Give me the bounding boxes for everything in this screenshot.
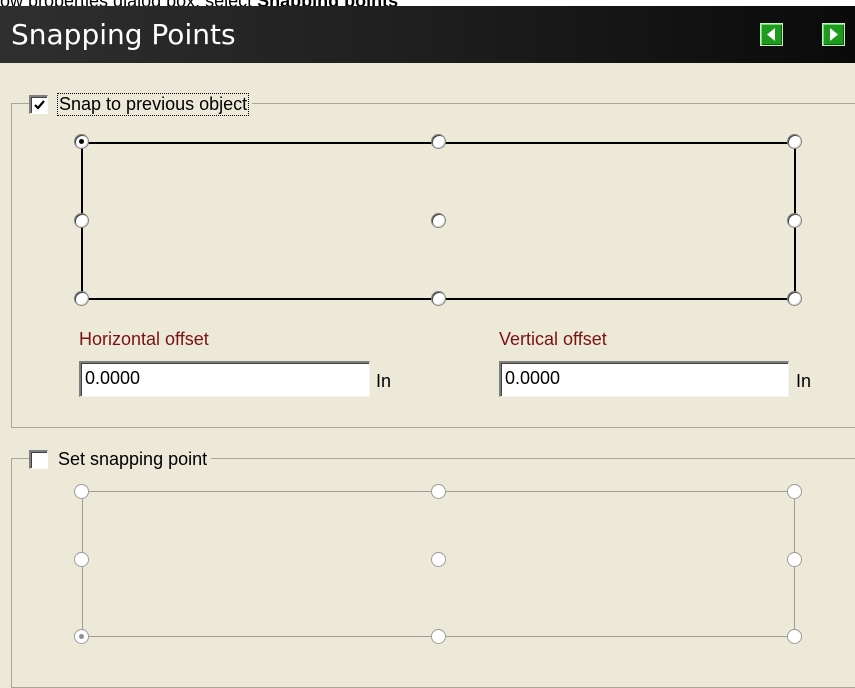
triangle-left-icon xyxy=(767,28,775,41)
snap-to-previous-label: Snap to previous object xyxy=(56,92,250,116)
next-button[interactable] xyxy=(822,23,845,46)
snap-to-previous-checkbox-row[interactable]: Snap to previous object xyxy=(29,92,253,116)
vertical-offset-unit: In xyxy=(796,371,812,391)
set-point-top-center-radio[interactable] xyxy=(431,484,446,499)
set-point-bottom-center-radio[interactable] xyxy=(431,629,446,644)
set-point-middle-left-radio[interactable] xyxy=(74,552,89,567)
horizontal-offset-input[interactable]: 0.0000 xyxy=(79,361,370,397)
selected-dot xyxy=(79,634,84,639)
snap-point-center-radio[interactable] xyxy=(431,213,446,228)
triangle-right-icon xyxy=(830,28,838,41)
vertical-offset-input[interactable]: 0.0000 xyxy=(499,361,789,397)
set-snapping-point-label: Set snapping point xyxy=(58,448,208,469)
set-snapping-point-checkbox[interactable] xyxy=(29,449,48,469)
snap-point-bottom-left-radio[interactable] xyxy=(74,291,89,306)
snap-point-top-left-radio[interactable] xyxy=(74,134,89,149)
snap-point-top-center-radio[interactable] xyxy=(431,134,446,149)
set-point-middle-right-radio[interactable] xyxy=(787,552,802,567)
checkmark-icon xyxy=(34,99,45,110)
set-point-top-left-radio[interactable] xyxy=(74,484,89,499)
panel-title: Snapping Points xyxy=(11,18,236,51)
horizontal-offset-unit: In xyxy=(376,371,392,391)
set-point-bottom-left-radio[interactable] xyxy=(74,629,89,644)
snap-point-middle-right-radio[interactable] xyxy=(787,213,802,228)
snap-to-previous-checkbox[interactable] xyxy=(29,94,48,114)
vertical-offset-label: Vertical offset xyxy=(499,329,607,349)
snap-point-middle-left-radio[interactable] xyxy=(74,213,89,228)
set-snapping-point-checkbox-row[interactable]: Set snapping point xyxy=(29,447,212,471)
previous-button[interactable] xyxy=(760,23,783,46)
selected-dot xyxy=(79,139,84,144)
snap-point-bottom-right-radio[interactable] xyxy=(787,291,802,306)
horizontal-offset-label: Horizontal offset xyxy=(79,329,209,349)
snap-point-bottom-center-radio[interactable] xyxy=(431,291,446,306)
set-point-top-right-radio[interactable] xyxy=(787,484,802,499)
set-point-center-radio[interactable] xyxy=(431,552,446,567)
snap-point-top-right-radio[interactable] xyxy=(787,134,802,149)
title-bar: Snapping Points xyxy=(0,6,855,63)
set-point-bottom-right-radio[interactable] xyxy=(787,629,802,644)
